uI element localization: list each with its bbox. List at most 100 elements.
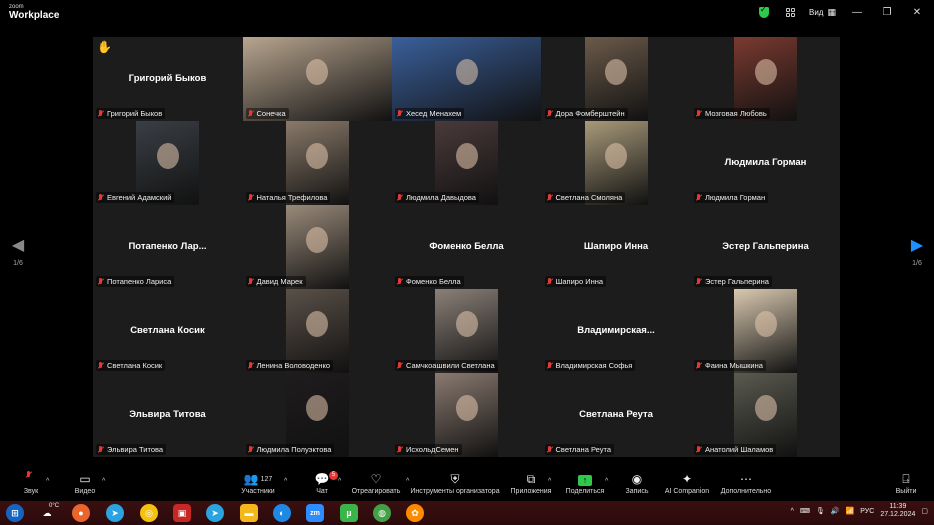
- gallery-view: Григорий Быков ✋ Григорий Быков Сонечка Хесе…: [93, 37, 840, 457]
- participant-tile[interactable]: Фоменко Белла Фоменко Белла: [392, 205, 541, 289]
- participant-name-text: Мозговая Любовь: [705, 109, 767, 118]
- language-indicator[interactable]: РУС: [860, 508, 874, 515]
- participant-tile[interactable]: Ленина Воловоденко: [242, 289, 392, 373]
- participant-tile[interactable]: Самчкоашвили Светлана: [392, 289, 541, 373]
- tray-chevron-icon[interactable]: ^: [791, 508, 794, 515]
- mic-muted-icon: [97, 445, 105, 454]
- volume-icon[interactable]: 🔊: [831, 507, 840, 515]
- ai-companion-button[interactable]: ✦ AI Companion: [664, 471, 710, 495]
- firefox-icon[interactable]: ●: [72, 504, 90, 522]
- participant-name-text: Людмила Полуэктова: [256, 445, 332, 454]
- participant-tile[interactable]: Людмила Полуэктова: [242, 373, 392, 457]
- chevron-up-icon[interactable]: ^: [102, 478, 105, 485]
- audio-button[interactable]: Звук ^: [18, 471, 49, 495]
- keyboard-icon[interactable]: ⌨: [800, 507, 810, 515]
- apps-button[interactable]: ⧉ Приложения ^: [508, 471, 554, 495]
- participant-name-label: Мозговая Любовь: [694, 108, 770, 119]
- participant-name-label: Светлана Косик: [96, 360, 166, 371]
- react-button[interactable]: ♡ Отреагировать ^: [350, 471, 410, 495]
- participant-tile[interactable]: Светлана Смоляна: [541, 121, 691, 205]
- telegram-icon[interactable]: ➤: [106, 504, 124, 522]
- participant-name-label: Людмила Горман: [694, 192, 769, 203]
- participant-display-name: Эльвира Титова: [129, 409, 206, 420]
- participant-name-label: ИсхольдСемен: [395, 444, 462, 455]
- chevron-up-icon[interactable]: ^: [605, 478, 608, 485]
- participant-tile[interactable]: Мозговая Любовь: [691, 37, 840, 121]
- participant-tile[interactable]: Эстер Гальперина Эстер Гальперина: [691, 205, 840, 289]
- participant-tile[interactable]: Анатолий Шаламов: [691, 373, 840, 457]
- edge-icon[interactable]: ◐: [273, 504, 291, 522]
- torrent-icon[interactable]: µ: [340, 504, 358, 522]
- participant-tile[interactable]: Давид Марек: [242, 205, 392, 289]
- participant-name-text: Фоменко Белла: [406, 277, 461, 286]
- photos-icon[interactable]: ✿: [406, 504, 424, 522]
- network-icon[interactable]: 📶: [846, 507, 855, 515]
- chevron-up-icon[interactable]: ^: [284, 478, 287, 485]
- mic-muted-icon: [396, 361, 404, 370]
- view-button[interactable]: Вид ▦: [809, 7, 836, 18]
- chevron-up-icon[interactable]: ^: [548, 478, 551, 485]
- mic-muted-icon: [695, 193, 703, 202]
- previous-page-button[interactable]: ◀ 1/6: [3, 238, 33, 268]
- participant-tile[interactable]: Людмила Давыдова: [392, 121, 541, 205]
- participant-tile[interactable]: Владимирская... Владимирская Софья: [541, 289, 691, 373]
- participant-name-text: Светлана Косик: [107, 361, 163, 370]
- participant-tile[interactable]: Евгений Адамский: [93, 121, 242, 205]
- start-icon[interactable]: ⊞: [6, 504, 24, 522]
- share-button[interactable]: ↑ Поделиться ^: [565, 471, 608, 495]
- minimize-button[interactable]: —: [848, 7, 866, 18]
- participant-tile[interactable]: Фаина Мышкина: [691, 289, 840, 373]
- chat-button[interactable]: 💬 5 Чат ^: [312, 471, 341, 495]
- close-button[interactable]: ✕: [908, 7, 926, 18]
- chevron-up-icon[interactable]: ^: [338, 478, 341, 485]
- participant-display-name: Светлана Реута: [579, 409, 653, 420]
- participant-name-text: Потапенко Лариса: [107, 277, 172, 286]
- participant-name-text: Светлана Смоляна: [555, 193, 623, 202]
- participants-button[interactable]: 👥 127 Участники ^: [238, 471, 287, 495]
- participant-name-label: Григорий Быков: [96, 108, 166, 119]
- restore-button[interactable]: ❐: [878, 7, 896, 18]
- chrome-icon[interactable]: ◎: [140, 504, 158, 522]
- security-shield-icon[interactable]: [757, 5, 771, 19]
- leave-button[interactable]: ⍈ Выйти: [892, 471, 920, 495]
- host-tools-button[interactable]: ⛨ Инструменты организатора: [409, 471, 501, 495]
- mic-muted-icon: [546, 109, 554, 118]
- zoom-taskbar-icon[interactable]: zm: [306, 504, 324, 522]
- participant-tile[interactable]: Сонечка: [242, 37, 392, 121]
- mic-muted-icon: [695, 445, 703, 454]
- mic-muted-icon: [695, 109, 703, 118]
- participant-tile[interactable]: Наталья Трефилова: [242, 121, 392, 205]
- participant-name-label: Эльвира Титова: [96, 444, 167, 455]
- share-label: Поделиться: [565, 488, 605, 495]
- next-page-button[interactable]: ▶ 1/6: [902, 238, 932, 268]
- participant-tile[interactable]: Григорий Быков ✋ Григорий Быков: [93, 37, 242, 121]
- pdf-app-icon[interactable]: ▣: [173, 504, 191, 522]
- notification-icon[interactable]: ▢: [921, 507, 928, 515]
- more-button[interactable]: ⋯ Дополнительно: [718, 471, 774, 495]
- participant-tile[interactable]: Светлана Косик Светлана Косик: [93, 289, 242, 373]
- react-label: Отреагировать: [351, 488, 401, 495]
- file-explorer-icon[interactable]: ▬: [240, 504, 258, 522]
- chevron-up-icon[interactable]: ^: [46, 478, 49, 485]
- participant-tile[interactable]: Хесед Менахем: [392, 37, 541, 121]
- participant-name-text: Людмила Горман: [705, 193, 766, 202]
- record-button[interactable]: ◉ Запись: [624, 471, 650, 495]
- mic-tray-icon[interactable]: 🎙: [816, 507, 825, 515]
- gallery-grid-icon[interactable]: [783, 5, 797, 19]
- participant-tile[interactable]: Дора Фомберштейн: [541, 37, 691, 121]
- brand-big: Workplace: [9, 10, 60, 21]
- participant-tile[interactable]: ИсхольдСемен: [392, 373, 541, 457]
- participant-tile[interactable]: Людмила Горман Людмила Горман: [691, 121, 840, 205]
- telegram-2-icon[interactable]: ➤: [206, 504, 224, 522]
- participant-tile[interactable]: Светлана Реута Светлана Реута: [541, 373, 691, 457]
- participant-tile[interactable]: Потапенко Лар... Потапенко Лариса: [93, 205, 242, 289]
- participant-name-label: Эстер Гальперина: [694, 276, 772, 287]
- clock[interactable]: 11:39 27.12.2024: [880, 503, 915, 520]
- participant-tile[interactable]: Шапиро Инна Шапиро Инна: [541, 205, 691, 289]
- record-label: Запись: [625, 488, 649, 495]
- meeting-toolbar: Звук ^ ▭ Видео ^ 👥 127 Участники ^ 💬 5 Чат…: [0, 468, 934, 500]
- participant-tile[interactable]: Эльвира Титова Эльвира Титова: [93, 373, 242, 457]
- globe-icon[interactable]: ◍: [373, 504, 391, 522]
- video-button[interactable]: ▭ Видео ^: [72, 471, 106, 495]
- mic-muted-icon: [247, 361, 255, 370]
